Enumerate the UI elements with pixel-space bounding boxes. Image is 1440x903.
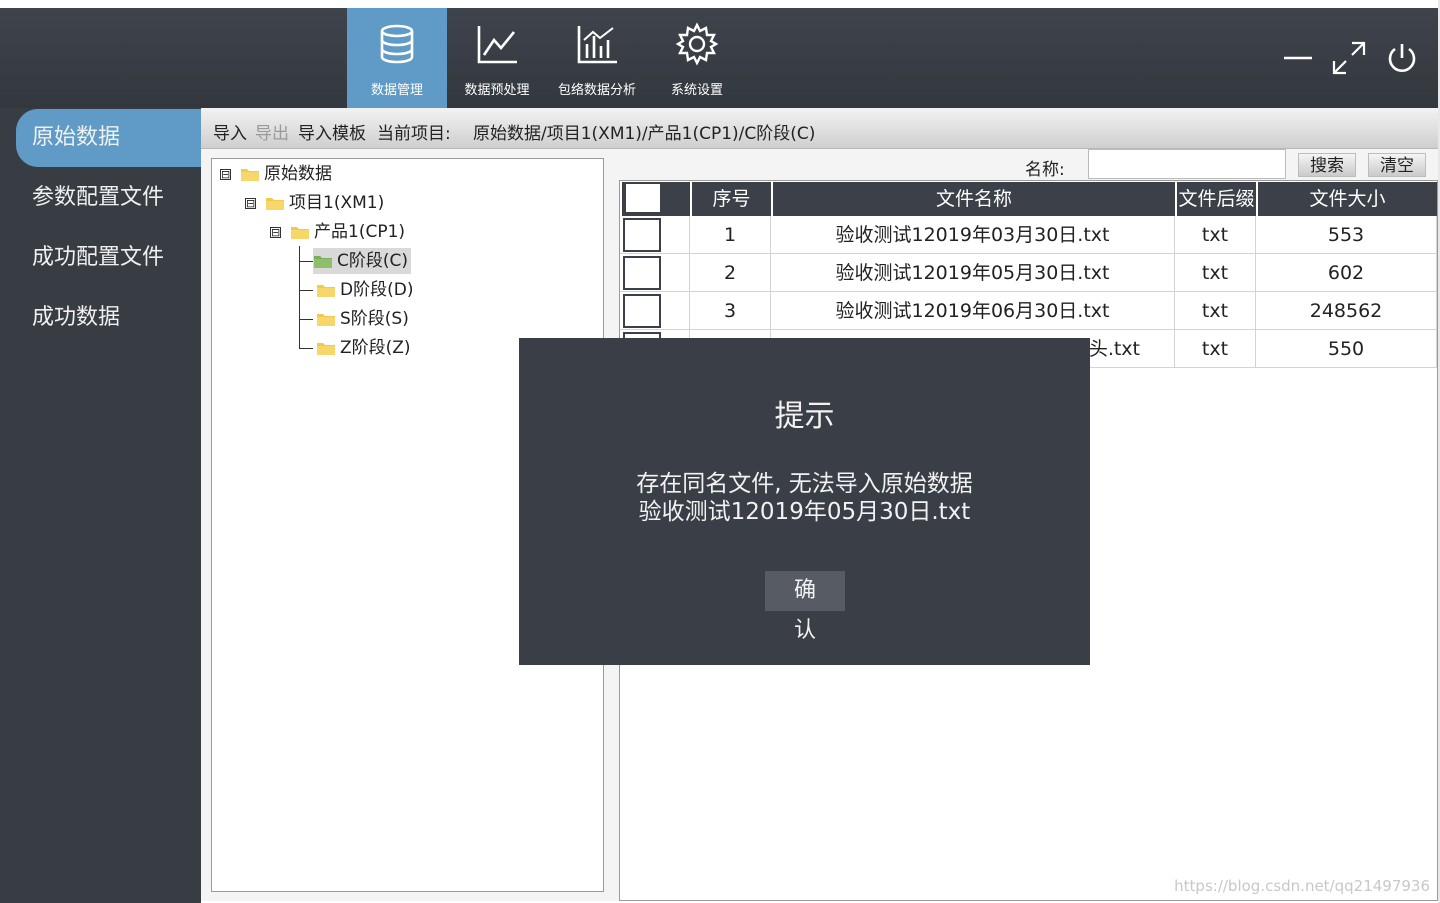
tree-node-stage-z[interactable]: Z阶段(Z) <box>316 335 411 361</box>
table-cell: 550 <box>1256 330 1437 368</box>
tree-node-label: C阶段(C) <box>337 251 409 271</box>
table-cell: 602 <box>1256 254 1437 292</box>
import-button[interactable]: 导入 <box>213 119 247 144</box>
current-project-label: 当前项目: <box>377 124 451 144</box>
tree-node-label: 产品1(CP1) <box>314 222 406 242</box>
table-cell: 248562 <box>1256 292 1437 330</box>
maximize-icon[interactable] <box>1331 40 1367 76</box>
column-header[interactable]: 文件大小 <box>1256 182 1437 216</box>
row-checkbox[interactable] <box>623 294 661 328</box>
nav-label: 数据管理 <box>370 83 423 98</box>
nav-label: 系统设置 <box>670 83 723 98</box>
tree-node-stage-s[interactable]: S阶段(S) <box>316 306 409 332</box>
tree-node-label: 原始数据 <box>264 164 332 184</box>
table-row-checkbox-cell <box>620 216 690 254</box>
search-input[interactable] <box>1088 149 1286 179</box>
table-cell: 553 <box>1256 216 1437 254</box>
tree-connector <box>299 261 313 262</box>
table-cell: 3 <box>690 292 771 330</box>
folder-icon <box>317 314 335 326</box>
select-all-checkbox[interactable] <box>626 184 660 212</box>
column-header[interactable]: 文件名称 <box>771 182 1175 216</box>
tree-connector <box>299 290 313 291</box>
dialog-message: 存在同名文件, 无法导入原始数据 验收测试12019年05月30日.txt <box>519 470 1090 526</box>
nav-system-settings[interactable]: 系统设置 <box>647 8 747 108</box>
dialog-title: 提示 <box>774 399 835 434</box>
dialog-message-line: 存在同名文件, 无法导入原始数据 <box>636 471 973 497</box>
top-strip <box>0 0 1440 8</box>
column-header[interactable]: 文件后缀 <box>1175 182 1256 216</box>
table-cell: txt <box>1175 292 1256 330</box>
sidebar-item-success-config[interactable]: 成功配置文件 <box>16 229 201 287</box>
tree-node-stage-c[interactable]: C阶段(C) <box>313 248 412 274</box>
tree-node-project[interactable]: 项目1(XM1) <box>265 190 384 216</box>
tree-node-label: Z阶段(Z) <box>340 338 411 358</box>
minimize-icon[interactable] <box>1282 48 1314 68</box>
table-cell: 1 <box>690 216 771 254</box>
tree-node-label: 项目1(XM1) <box>289 193 385 213</box>
gear-icon <box>675 22 719 66</box>
nav-preprocessing[interactable]: 数据预处理 <box>447 8 547 108</box>
power-icon[interactable] <box>1385 41 1419 75</box>
table-cell: 验收测试12019年05月30日.txt <box>771 254 1175 292</box>
current-project-path: 原始数据/项目1(XM1)/产品1(CP1)/C阶段(C) <box>473 124 816 144</box>
export-button[interactable]: 导出 <box>255 119 289 144</box>
tree-connector <box>299 319 313 320</box>
table-cell: 验收测试12019年06月30日.txt <box>771 292 1175 330</box>
tree-node-root[interactable]: 原始数据 <box>240 161 332 187</box>
table-row-checkbox-cell <box>620 254 690 292</box>
header-bar: 数据管理 数据预处理 包络数据分析 系统设置 <box>0 8 1440 108</box>
sidebar-item-raw-data[interactable]: 原始数据 <box>16 109 201 167</box>
alert-dialog: 提示 存在同名文件, 无法导入原始数据 验收测试12019年05月30日.txt… <box>519 338 1090 665</box>
folder-icon <box>314 256 332 268</box>
tree-node-label: S阶段(S) <box>340 309 409 329</box>
tree-node-stage-d[interactable]: D阶段(D) <box>316 277 413 303</box>
table-cell: txt <box>1175 254 1256 292</box>
toolbar: 导入 导出 导入模板 当前项目: 原始数据/项目1(XM1)/产品1(CP1)/… <box>201 108 1438 149</box>
confirm-button[interactable]: 确 认 <box>765 571 845 643</box>
nav-label: 包络数据分析 <box>557 83 636 98</box>
line-chart-icon <box>477 26 517 64</box>
table-cell: 验收测试12019年03月30日.txt <box>771 216 1175 254</box>
collapse-icon[interactable]: ⊟ <box>220 169 231 180</box>
bar-chart-icon <box>577 26 617 64</box>
nav-data-management[interactable]: 数据管理 <box>347 8 447 108</box>
column-header[interactable]: 序号 <box>690 182 771 216</box>
tree-node-label: D阶段(D) <box>340 280 414 300</box>
tree-connector <box>299 348 313 349</box>
database-icon <box>380 24 414 64</box>
row-checkbox[interactable] <box>623 218 661 252</box>
folder-icon <box>317 285 335 297</box>
app-window: 数据管理 数据预处理 包络数据分析 系统设置 原始数据 参数配置文件 成功配置文… <box>0 0 1440 903</box>
folder-icon <box>317 343 335 355</box>
row-checkbox[interactable] <box>623 256 661 290</box>
import-template-button[interactable]: 导入模板 <box>298 119 366 144</box>
sidebar-item-param-config[interactable]: 参数配置文件 <box>16 169 201 227</box>
nav-envelope-analysis[interactable]: 包络数据分析 <box>547 8 647 108</box>
folder-icon <box>291 227 309 239</box>
table-row-checkbox-cell <box>620 292 690 330</box>
search-button[interactable]: 搜索 <box>1298 153 1356 177</box>
nav-label: 数据预处理 <box>464 83 530 98</box>
folder-icon <box>241 169 259 181</box>
header-checkbox-cell <box>622 182 690 216</box>
tree-node-product[interactable]: 产品1(CP1) <box>290 219 405 245</box>
table-cell: txt <box>1175 216 1256 254</box>
dialog-message-line: 验收测试12019年05月30日.txt <box>638 499 971 525</box>
collapse-icon[interactable]: ⊟ <box>270 227 281 238</box>
sidebar-item-success-data[interactable]: 成功数据 <box>16 289 201 347</box>
watermark: https://blog.csdn.net/qq21497936 <box>1174 877 1430 895</box>
table-cell: 2 <box>690 254 771 292</box>
table-cell: txt <box>1175 330 1256 368</box>
clear-button[interactable]: 清空 <box>1368 153 1426 177</box>
sidebar: 原始数据 参数配置文件 成功配置文件 成功数据 <box>0 108 201 903</box>
search-label: 名称: <box>1025 160 1065 180</box>
collapse-icon[interactable]: ⊟ <box>245 198 256 209</box>
folder-icon <box>266 198 284 210</box>
